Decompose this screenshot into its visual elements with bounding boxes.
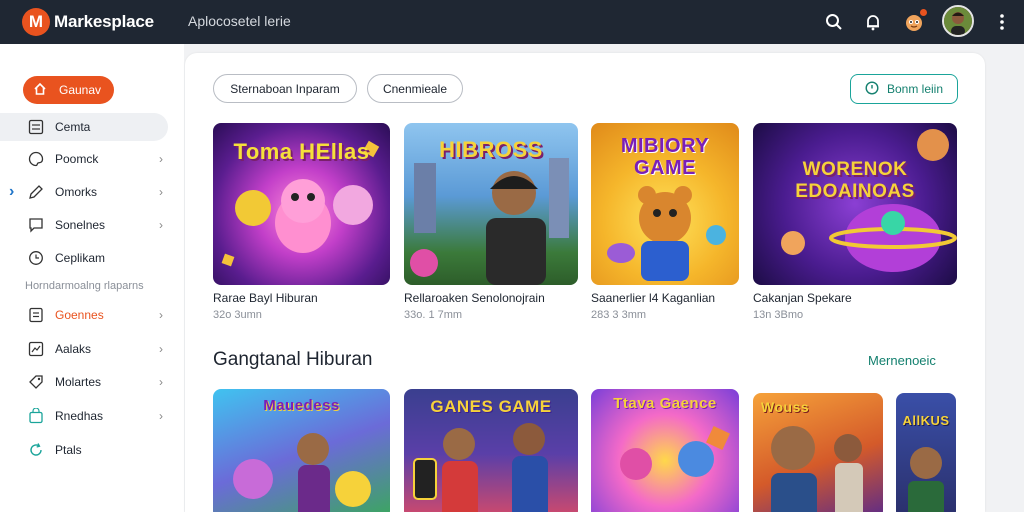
sidebar: Gaunav Cemta Poomck › › Omorks › Sonelne… bbox=[0, 44, 184, 512]
sidebar-item-label: Rnedhas bbox=[55, 409, 104, 423]
game-meta: 283 3 3mm bbox=[591, 309, 647, 321]
game-meta: 32o 3umn bbox=[213, 309, 262, 321]
main-content: Sternaboan Inparam Cnenmieale Bonm leiin… bbox=[185, 53, 985, 512]
chevron-right-icon: › bbox=[159, 218, 163, 232]
sidebar-item-ceplikam[interactable]: Ceplikam bbox=[0, 244, 168, 272]
brand-logo-letter: M bbox=[28, 12, 44, 31]
sidebar-item-label: Omorks bbox=[55, 185, 97, 199]
game-art-title: HIBROSS bbox=[439, 137, 543, 162]
game-art-title: Toma HEllas bbox=[233, 139, 370, 164]
game-art-title: MIBIORY GAME bbox=[620, 135, 710, 179]
game-card[interactable]: GANES GAME bbox=[404, 389, 578, 512]
game-art-title: GANES GAME bbox=[430, 397, 552, 416]
sidebar-item-label: Cemta bbox=[55, 120, 91, 134]
game-art-title: AllKUS bbox=[902, 413, 950, 428]
game-meta: 13n 3Bmo bbox=[753, 309, 804, 321]
game-card[interactable]: AllKUS bbox=[896, 393, 956, 512]
chat-icon bbox=[28, 217, 44, 233]
sidebar-item-label: Ptals bbox=[55, 443, 82, 457]
palette-icon bbox=[28, 151, 44, 167]
game-card[interactable]: Ttava Gaence bbox=[591, 389, 739, 512]
game-title[interactable]: Rellaroaken Senolonojrain bbox=[404, 291, 545, 305]
sidebar-section-heading: Horndarmoalng rlaparns bbox=[25, 280, 144, 292]
pencil-icon bbox=[28, 184, 44, 200]
sidebar-item-ptals[interactable]: Ptals bbox=[0, 436, 168, 464]
chevron-right-icon: › bbox=[159, 152, 163, 166]
chevron-right-icon: › bbox=[159, 375, 163, 389]
game-meta: 33o. 1 7mm bbox=[404, 309, 463, 321]
section-title: Gangtanal Hiburan bbox=[213, 349, 373, 370]
document-icon bbox=[28, 307, 44, 323]
sidebar-item-molartes[interactable]: Molartes › bbox=[0, 368, 168, 396]
game-thumbnail bbox=[753, 123, 957, 285]
sidebar-item-label: Aalaks bbox=[55, 342, 92, 356]
home-icon bbox=[33, 82, 47, 99]
sidebar-primary-button[interactable]: Gaunav bbox=[23, 76, 114, 104]
sidebar-item-label: Molartes bbox=[55, 375, 102, 389]
more-vertical-icon[interactable] bbox=[990, 10, 1014, 34]
notification-badge bbox=[919, 8, 928, 17]
sidebar-item-label: Sonelnes bbox=[55, 218, 106, 232]
see-more-link[interactable]: Mernenoeic bbox=[868, 353, 936, 368]
sidebar-item-goennes[interactable]: Goennes › bbox=[0, 301, 168, 329]
action-button[interactable]: Bonm leiin bbox=[850, 74, 958, 104]
bell-icon[interactable] bbox=[861, 10, 885, 34]
user-avatar[interactable] bbox=[942, 5, 974, 37]
game-art-title: Wouss bbox=[761, 399, 810, 415]
game-art-title: WORENOK EDOAINOAS bbox=[795, 159, 915, 202]
brand-name[interactable]: Markesplace bbox=[54, 12, 154, 32]
sidebar-primary-label: Gaunav bbox=[59, 83, 102, 97]
sidebar-item-label: Goennes bbox=[55, 308, 104, 322]
sidebar-item-label: Ceplikam bbox=[55, 251, 106, 265]
chevron-right-icon: › bbox=[159, 342, 163, 356]
sidebar-item-poomck[interactable]: Poomck › bbox=[0, 145, 168, 173]
filter-chip[interactable]: Cnenmieale bbox=[367, 74, 463, 103]
sidebar-item-aalaks[interactable]: Aalaks › bbox=[0, 335, 168, 363]
bag-icon bbox=[28, 407, 44, 424]
game-card[interactable]: MIBIORY GAME bbox=[591, 123, 739, 285]
top-search-field[interactable]: Aplocosetel lerie bbox=[188, 13, 291, 29]
game-art-title: Mauedess bbox=[263, 397, 340, 414]
action-button-label: Bonm leiin bbox=[886, 82, 944, 96]
grid-list-icon bbox=[28, 119, 44, 135]
game-title[interactable]: Saanerlier l4 Kaganlian bbox=[591, 291, 715, 305]
sidebar-item-sonelnes[interactable]: Sonelnes › bbox=[0, 211, 168, 239]
sidebar-item-label: Poomck bbox=[55, 152, 99, 166]
chevron-right-icon: › bbox=[159, 185, 163, 199]
game-card[interactable]: WORENOK EDOAINOAS bbox=[753, 123, 957, 285]
filter-chip[interactable]: Sternaboan Inparam bbox=[213, 74, 357, 103]
sidebar-item-omorks[interactable]: Omorks › bbox=[0, 178, 168, 206]
game-card[interactable]: Toma HEllas bbox=[213, 123, 390, 285]
game-title[interactable]: Cakanjan Spekare bbox=[753, 291, 852, 305]
top-bar: M Markesplace Aplocosetel lerie bbox=[0, 0, 1024, 44]
clock-icon bbox=[28, 250, 44, 266]
chevron-right-icon: › bbox=[159, 308, 163, 322]
info-circle-icon bbox=[865, 80, 879, 98]
game-thumbnail bbox=[896, 393, 956, 512]
game-art-title: Ttava Gaence bbox=[613, 395, 717, 412]
game-card[interactable]: Mauedess bbox=[213, 389, 390, 512]
sidebar-item-rnedhas[interactable]: Rnedhas › bbox=[0, 402, 168, 430]
game-card[interactable]: Wouss bbox=[753, 393, 883, 512]
search-icon[interactable] bbox=[822, 10, 846, 34]
sidebar-item-cemta[interactable]: Cemta bbox=[0, 113, 168, 141]
game-title[interactable]: Rarae Bayl Hiburan bbox=[213, 291, 318, 305]
refresh-icon bbox=[28, 442, 44, 458]
chart-icon bbox=[28, 341, 44, 357]
brand-logo[interactable]: M bbox=[22, 8, 50, 36]
chevron-right-icon: › bbox=[159, 409, 163, 423]
tag-icon bbox=[28, 374, 44, 390]
game-card[interactable]: HIBROSS bbox=[404, 123, 578, 285]
mascot-profile-icon[interactable] bbox=[902, 8, 928, 34]
